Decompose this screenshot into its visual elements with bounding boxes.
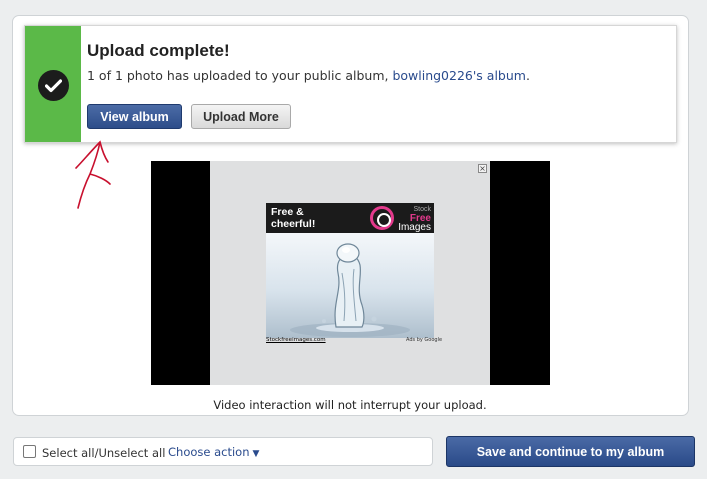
ad-banner[interactable]: Free & cheerful! Stock Free Images: [266, 203, 434, 233]
ads-by-google[interactable]: Ads by Google: [406, 337, 442, 343]
red-arrow-annotation: [75, 140, 111, 209]
ad-source-link[interactable]: Stockfreeimages.com: [266, 337, 326, 343]
bulk-action-bar: Select all/Unselect all Choose action ▼: [13, 437, 433, 466]
video-info-text: Video interaction will not interrupt you…: [213, 398, 487, 412]
ad-brand: Stock Free Images: [397, 205, 431, 233]
choose-action-dropdown[interactable]: Choose action ▼: [168, 445, 259, 459]
select-all-label[interactable]: Select all/Unselect all: [42, 446, 165, 460]
notice-title: Upload complete!: [87, 41, 230, 60]
video-ad-frame: × Free & cheerful! Stock Free Images Sto…: [151, 161, 550, 385]
water-splash-image[interactable]: [266, 233, 434, 338]
notice-message-end: .: [525, 68, 530, 83]
view-album-button[interactable]: View album: [87, 104, 182, 129]
upload-more-button[interactable]: Upload More: [191, 104, 291, 129]
success-stripe: [25, 26, 81, 142]
choose-action-label: Choose action: [168, 445, 250, 459]
upload-complete-notice: Upload complete! 1 of 1 photo has upload…: [24, 25, 677, 143]
save-and-continue-button[interactable]: Save and continue to my album: [446, 436, 695, 467]
ad-brand-line3: Images: [398, 222, 431, 233]
notice-message-text: 1 of 1 photo has uploaded to your public…: [87, 68, 389, 83]
check-icon: [38, 70, 69, 101]
chevron-down-icon: ▼: [252, 449, 260, 459]
close-icon[interactable]: ×: [478, 164, 487, 173]
ad-banner-text: Free & cheerful!: [271, 206, 316, 230]
stockfree-logo-icon: [370, 206, 394, 230]
select-all-checkbox[interactable]: [23, 445, 36, 458]
notice-message: 1 of 1 photo has uploaded to your public…: [87, 68, 530, 83]
ad-area[interactable]: × Free & cheerful! Stock Free Images Sto…: [210, 161, 490, 385]
album-link[interactable]: bowling0226's album: [392, 68, 526, 83]
